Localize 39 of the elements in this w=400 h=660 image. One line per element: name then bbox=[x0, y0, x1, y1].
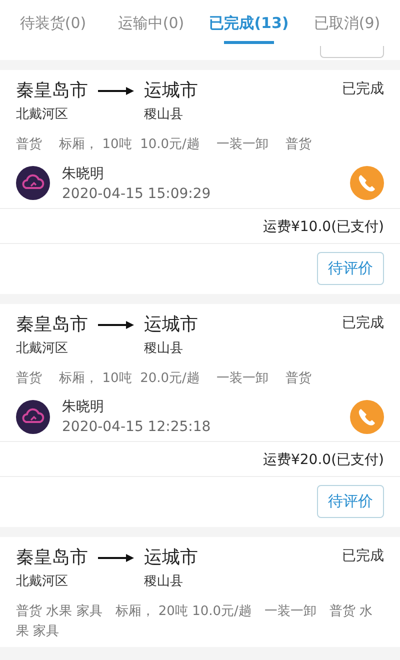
origin-city: 秦皇岛市 bbox=[16, 312, 88, 336]
cargo-info: 普货 水果 家具 标厢， 20吨 10.0元/趟 一装一卸 普货 水 bbox=[16, 602, 373, 621]
origin-district: 北戴河区 bbox=[16, 106, 69, 123]
driver-name: 朱晓明 bbox=[62, 164, 105, 182]
destination-district: 稷山县 bbox=[144, 106, 184, 123]
tab[interactable]: 待装货(0) bbox=[4, 0, 102, 46]
arrow-icon bbox=[98, 553, 134, 563]
tab[interactable]: 运输中(0) bbox=[102, 0, 200, 46]
arrow-icon bbox=[98, 86, 134, 96]
phone-button[interactable] bbox=[350, 400, 384, 434]
freight-fee: 运费¥10.0(已支付) bbox=[262, 218, 384, 234]
cargo-info: 普货 标厢， 10吨 10.0元/趟 一装一卸 普货 bbox=[16, 136, 312, 154]
origin-city: 秦皇岛市 bbox=[16, 79, 88, 102]
tab[interactable]: 已取消(9) bbox=[298, 0, 396, 46]
order-status: 已完成 bbox=[342, 80, 384, 98]
destination-district: 稷山县 bbox=[144, 573, 184, 590]
arrow-icon bbox=[98, 320, 134, 330]
driver-name: 朱晓明 bbox=[62, 398, 105, 416]
avatar-icon bbox=[16, 400, 50, 434]
origin-district: 北戴河区 bbox=[16, 573, 69, 590]
order-time: 2020-04-15 15:09:29 bbox=[62, 186, 211, 202]
phone-button[interactable] bbox=[350, 166, 384, 200]
cargo-info: 普货 标厢， 10吨 20.0元/趟 一装一卸 普货 bbox=[16, 370, 312, 388]
origin-district: 北戴河区 bbox=[16, 340, 69, 356]
order-status: 已完成 bbox=[342, 547, 384, 565]
review-button[interactable]: 待评价 bbox=[317, 485, 384, 518]
order-status: 已完成 bbox=[342, 314, 384, 332]
cargo-info: 果 家具 bbox=[16, 622, 60, 640]
destination-city: 运城市 bbox=[144, 79, 198, 102]
destination-district: 稷山县 bbox=[144, 340, 184, 356]
review-button[interactable]: 待评价 bbox=[317, 252, 384, 284]
button-edge bbox=[320, 46, 384, 58]
avatar-icon bbox=[16, 166, 50, 200]
destination-city: 运城市 bbox=[144, 546, 198, 569]
order-time: 2020-04-15 12:25:18 bbox=[62, 419, 211, 435]
tab[interactable]: 已完成(13) bbox=[200, 0, 298, 46]
freight-fee: 运费¥20.0(已支付) bbox=[262, 452, 384, 468]
origin-city: 秦皇岛市 bbox=[16, 546, 88, 569]
destination-city: 运城市 bbox=[144, 312, 198, 336]
